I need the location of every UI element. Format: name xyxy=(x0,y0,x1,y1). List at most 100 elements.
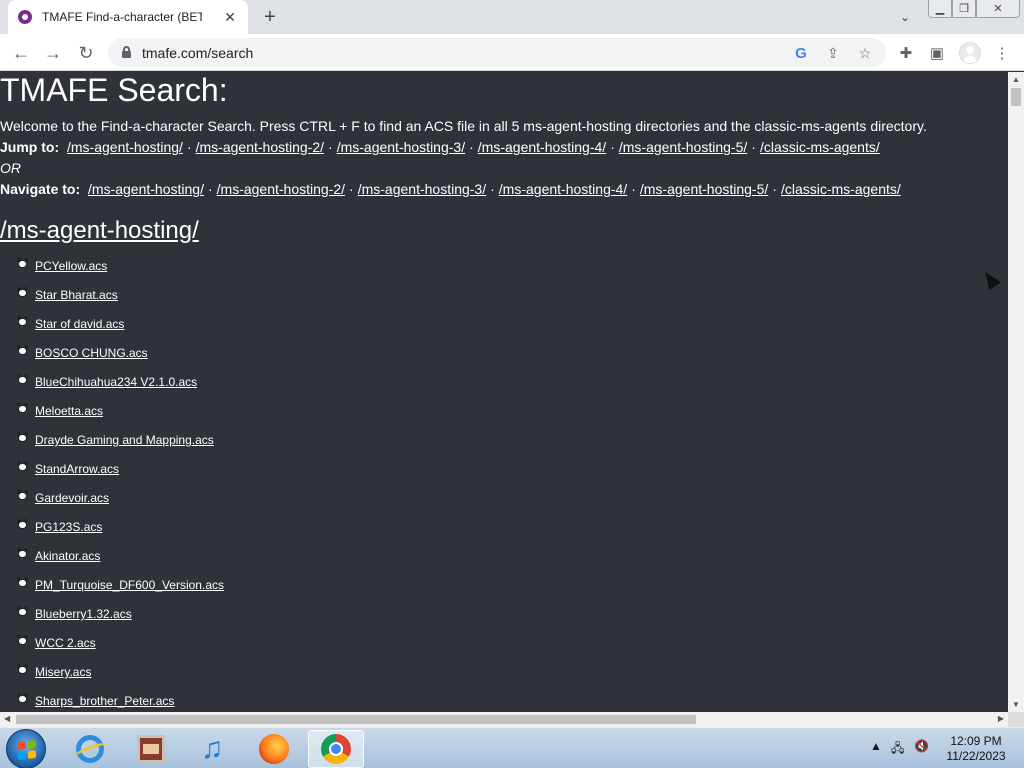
jump-to-row: Jump to: /ms-agent-hosting/·/ms-agent-ho… xyxy=(0,137,1008,158)
taskbar-internet-explorer[interactable] xyxy=(62,730,118,768)
agent-character-icon xyxy=(16,663,28,675)
bookmark-star-icon[interactable]: ☆ xyxy=(855,43,875,63)
file-link[interactable]: PCYellow.acs xyxy=(35,259,107,273)
separator: · xyxy=(631,181,636,197)
jump-link-ms-agent-hosting-3[interactable]: /ms-agent-hosting-3/ xyxy=(337,139,465,155)
taskbar-music-app[interactable]: ♫ xyxy=(184,730,240,768)
clock-time: 12:09 PM xyxy=(950,734,1002,748)
profile-avatar-icon[interactable] xyxy=(959,42,981,64)
file-link[interactable]: WCC 2.acs xyxy=(35,636,96,650)
list-item: WCC 2.acs xyxy=(0,629,1008,658)
file-link[interactable]: Meloetta.acs xyxy=(35,404,103,418)
navigate-to-label: Navigate to: xyxy=(0,181,81,197)
scroll-down-arrow-icon[interactable]: ▼ xyxy=(1012,700,1020,709)
jump-link-ms-agent-hosting-4[interactable]: /ms-agent-hosting-4/ xyxy=(478,139,606,155)
scroll-left-arrow-icon[interactable]: ◀ xyxy=(4,714,10,723)
file-link[interactable]: Misery.acs xyxy=(35,665,91,679)
file-link[interactable]: PM_Turquoise_DF600_Version.acs xyxy=(35,578,224,592)
horizontal-scroll-thumb[interactable] xyxy=(16,715,696,724)
file-link[interactable]: StandArrow.acs xyxy=(35,462,119,476)
jump-link-ms-agent-hosting-5[interactable]: /ms-agent-hosting-5/ xyxy=(619,139,747,155)
extensions-puzzle-icon[interactable]: ✚ xyxy=(895,42,917,64)
page-viewport: TMAFE Search: Welcome to the Find-a-char… xyxy=(0,72,1008,712)
intro-text: Welcome to the Find-a-character Search. … xyxy=(0,118,927,134)
list-item: PM_Turquoise_DF600_Version.acs xyxy=(0,571,1008,600)
list-item: Sharps_brother_Peter.acs xyxy=(0,687,1008,712)
separator: · xyxy=(469,139,474,155)
nav-link-ms-agent-hosting-3[interactable]: /ms-agent-hosting-3/ xyxy=(358,181,486,197)
file-link[interactable]: PG123S.acs xyxy=(35,520,102,534)
google-lens-icon[interactable]: G xyxy=(791,43,811,63)
show-hidden-icons-icon[interactable]: ▲ xyxy=(870,739,882,753)
lock-icon[interactable] xyxy=(122,46,131,58)
volume-muted-icon[interactable]: 🔇 xyxy=(914,739,929,753)
jump-link-ms-agent-hosting-2[interactable]: /ms-agent-hosting-2/ xyxy=(196,139,324,155)
scroll-right-arrow-icon[interactable]: ▶ xyxy=(998,714,1004,723)
windows-logo-icon xyxy=(18,740,36,760)
file-link[interactable]: Star Bharat.acs xyxy=(35,288,118,302)
network-icon[interactable]: 🖧 xyxy=(891,739,904,760)
tab-strip: TMAFE Find-a-character (BETA) ✕ + ⌄ ▁ ❐ … xyxy=(0,0,1024,34)
close-tab-icon[interactable]: ✕ xyxy=(222,9,238,25)
tab-search-chevron-icon[interactable]: ⌄ xyxy=(893,6,917,28)
scrollbar-corner xyxy=(1008,712,1024,727)
restore-button[interactable]: ❐ xyxy=(952,0,976,18)
nav-link-ms-agent-hosting[interactable]: /ms-agent-hosting/ xyxy=(88,181,204,197)
agent-character-icon xyxy=(16,344,28,356)
file-link[interactable]: Star of david.acs xyxy=(35,317,124,331)
page-title: TMAFE Search: xyxy=(0,72,228,108)
agent-character-icon xyxy=(16,605,28,617)
list-item: BlueChihuahua234 V2.1.0.acs xyxy=(0,368,1008,397)
section-heading-link[interactable]: /ms-agent-hosting/ xyxy=(0,217,199,244)
separator: · xyxy=(772,181,777,197)
start-button[interactable] xyxy=(6,729,46,768)
side-panel-icon[interactable]: ▣ xyxy=(926,42,948,64)
tmafe-favicon-icon xyxy=(18,10,32,24)
system-clock[interactable]: 12:09 PM 11/22/2023 xyxy=(937,734,1015,764)
file-link[interactable]: Blueberry1.32.acs xyxy=(35,607,132,621)
file-link[interactable]: BOSCO CHUNG.acs xyxy=(35,346,148,360)
agent-character-icon xyxy=(16,634,28,646)
back-arrow-icon[interactable]: ← xyxy=(9,41,33,65)
taskbar-chrome[interactable] xyxy=(308,730,364,768)
tab-title: TMAFE Find-a-character (BETA) xyxy=(42,10,202,24)
agent-character-icon xyxy=(16,576,28,588)
nav-link-ms-agent-hosting-2[interactable]: /ms-agent-hosting-2/ xyxy=(217,181,345,197)
forward-arrow-icon[interactable]: → xyxy=(41,41,65,65)
minimize-button[interactable]: ▁ xyxy=(928,0,952,18)
nav-link-ms-agent-hosting-5[interactable]: /ms-agent-hosting-5/ xyxy=(640,181,768,197)
new-tab-button[interactable]: + xyxy=(258,5,282,29)
file-link[interactable]: Sharps_brother_Peter.acs xyxy=(35,694,174,708)
address-bar[interactable]: tmafe.com/search G ⇪ ☆ xyxy=(108,38,886,67)
agent-character-icon xyxy=(16,692,28,704)
menu-kebab-icon[interactable]: ⋮ xyxy=(991,42,1013,64)
separator: · xyxy=(207,181,213,197)
section-heading: /ms-agent-hosting/ xyxy=(0,216,1008,246)
file-link[interactable]: Akinator.acs xyxy=(35,549,100,563)
vertical-scroll-thumb[interactable] xyxy=(1011,88,1021,106)
horizontal-scrollbar[interactable]: ◀ ▶ xyxy=(0,712,1008,727)
media-film-icon xyxy=(137,735,165,763)
nav-link-classic-ms-agents[interactable]: /classic-ms-agents/ xyxy=(781,181,901,197)
scroll-up-arrow-icon[interactable]: ▲ xyxy=(1012,75,1020,84)
nav-link-ms-agent-hosting-4[interactable]: /ms-agent-hosting-4/ xyxy=(499,181,627,197)
share-icon[interactable]: ⇪ xyxy=(823,43,843,63)
agent-character-icon xyxy=(16,286,28,298)
taskbar-media-app[interactable] xyxy=(123,730,179,768)
url-text[interactable]: tmafe.com/search xyxy=(142,45,253,61)
jump-link-classic-ms-agents[interactable]: /classic-ms-agents/ xyxy=(760,139,880,155)
list-item: StandArrow.acs xyxy=(0,455,1008,484)
page-content: TMAFE Search: Welcome to the Find-a-char… xyxy=(0,72,1008,712)
file-link[interactable]: Drayde Gaming and Mapping.acs xyxy=(35,433,214,447)
or-label: OR xyxy=(0,160,21,176)
taskbar-firefox[interactable] xyxy=(246,730,302,768)
agent-character-icon xyxy=(16,315,28,327)
file-list: PCYellow.acs Star Bharat.acs Star of dav… xyxy=(0,252,1008,712)
jump-link-ms-agent-hosting[interactable]: /ms-agent-hosting/ xyxy=(67,139,183,155)
close-window-button[interactable]: ✕ xyxy=(976,0,1020,18)
file-link[interactable]: BlueChihuahua234 V2.1.0.acs xyxy=(35,375,197,389)
reload-icon[interactable]: ↻ xyxy=(74,41,98,65)
tab-tmafe[interactable]: TMAFE Find-a-character (BETA) ✕ xyxy=(8,0,248,34)
vertical-scrollbar[interactable]: ▲ ▼ xyxy=(1008,72,1024,712)
file-link[interactable]: Gardevoir.acs xyxy=(35,491,109,505)
